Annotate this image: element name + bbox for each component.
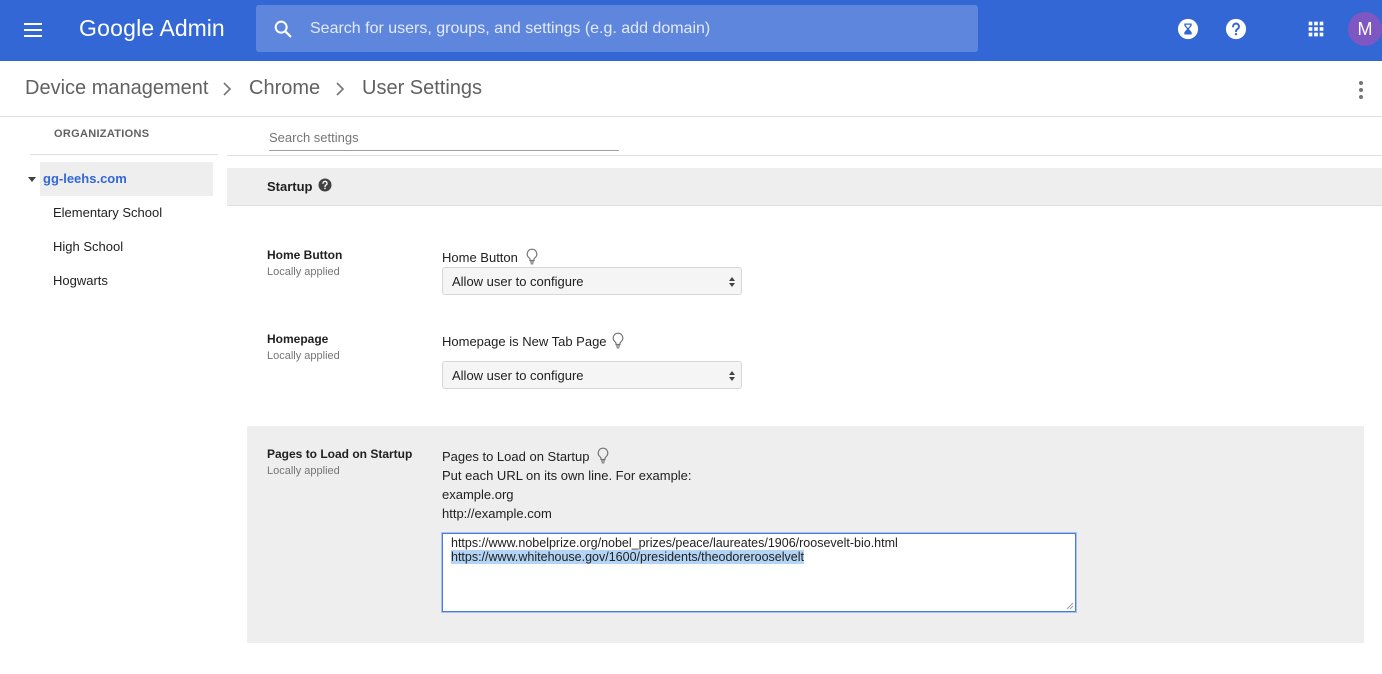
breadcrumb: Device management Chrome User Settings [0, 61, 1382, 117]
home-button-select[interactable]: Allow user to configure [442, 267, 742, 295]
org-item-hogwarts[interactable]: Hogwarts [53, 273, 108, 288]
setting-name-pages-on-startup: Pages to Load on Startup [267, 447, 413, 461]
homepage-select[interactable]: Allow user to configure [442, 361, 742, 389]
setting-applied-homepage: Locally applied [267, 350, 340, 362]
help-text-line: Put each URL on its own line. For exampl… [442, 468, 692, 483]
org-root-label: gg-leehs.com [43, 171, 127, 186]
lightbulb-icon[interactable] [611, 332, 625, 349]
lightbulb-icon[interactable] [596, 447, 610, 464]
account-avatar[interactable]: M [1348, 12, 1382, 46]
help-icon[interactable] [1225, 18, 1247, 40]
chevron-right-icon [223, 82, 232, 96]
global-search-input[interactable] [310, 5, 970, 52]
field-label-home-button: Home Button [442, 250, 518, 265]
setting-name-home-button: Home Button [267, 248, 343, 262]
setting-applied-home-button: Locally applied [267, 266, 340, 278]
main-divider [227, 155, 1382, 156]
apps-grid-icon[interactable] [1305, 18, 1327, 40]
startup-url-line-selected: https://www.whitehouse.gov/1600/presiden… [451, 550, 804, 564]
hourglass-icon[interactable] [1177, 18, 1199, 40]
breadcrumb-device-management[interactable]: Device management [25, 77, 208, 100]
select-arrows-icon [729, 277, 735, 287]
resize-handle-icon[interactable] [1066, 602, 1074, 610]
expand-arrow-icon[interactable] [28, 177, 36, 182]
organizations-heading: ORGANIZATIONS [54, 128, 150, 140]
chevron-right-icon [336, 82, 345, 96]
logo-google-text: Google [79, 15, 155, 41]
field-label-homepage: Homepage is New Tab Page [442, 334, 607, 349]
lightbulb-icon[interactable] [525, 248, 539, 265]
setting-applied-pages-on-startup: Locally applied [267, 465, 340, 477]
breadcrumb-user-settings: User Settings [362, 77, 483, 99]
logo-admin-text: Admin [159, 15, 225, 41]
startup-url-line: https://www.nobelprize.org/nobel_prizes/… [451, 536, 898, 550]
startup-section-header[interactable]: Startup [227, 168, 1382, 206]
select-arrows-icon [729, 371, 735, 381]
homepage-select-value: Allow user to configure [452, 368, 584, 383]
field-label-pages-on-startup: Pages to Load on Startup [442, 449, 590, 464]
search-settings-input[interactable] [269, 124, 619, 151]
global-search-box[interactable] [256, 5, 978, 52]
help-icon[interactable] [318, 178, 332, 192]
org-item-root[interactable]: gg-leehs.com [40, 162, 213, 196]
home-button-select-value: Allow user to configure [452, 274, 584, 289]
org-item-elementary-school[interactable]: Elementary School [53, 205, 162, 220]
section-title: Startup [267, 179, 313, 194]
app-logo[interactable]: Google Admin [79, 15, 225, 42]
help-text-example-1: example.org [442, 487, 514, 502]
search-icon[interactable] [272, 18, 294, 40]
top-app-bar: Google Admin M [0, 0, 1382, 61]
startup-urls-textarea[interactable]: https://www.nobelprize.org/nobel_prizes/… [442, 533, 1076, 612]
setting-name-homepage: Homepage [267, 332, 329, 346]
sidebar-divider [30, 154, 218, 155]
menu-icon[interactable] [22, 20, 48, 40]
more-vert-icon[interactable] [1351, 79, 1371, 101]
breadcrumb-chrome[interactable]: Chrome [249, 77, 320, 100]
help-text-example-2: http://example.com [442, 506, 552, 521]
org-item-high-school[interactable]: High School [53, 239, 123, 254]
